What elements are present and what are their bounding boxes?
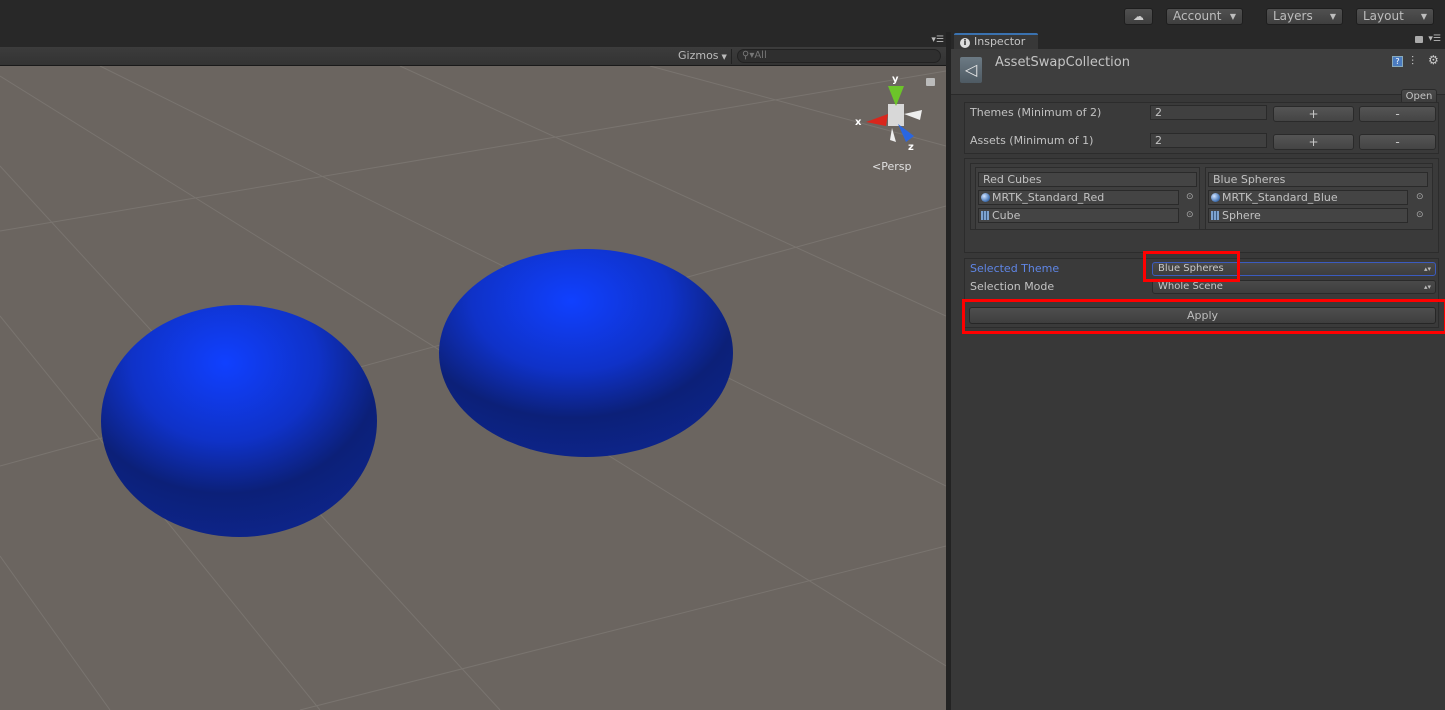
selection-mode-label: Selection Mode <box>970 280 1055 293</box>
panel-menu-icon[interactable]: ▾☰ <box>1428 34 1441 44</box>
material-icon <box>1211 193 1220 202</box>
theme-column: Blue Spheres MRTK_Standard_Blue ⊙ Sphere… <box>1205 167 1433 230</box>
component-header: ◁ AssetSwapCollection ? ⫶ ⚙ Open <box>951 49 1445 104</box>
z-axis-label: z <box>908 142 914 153</box>
material-name: MRTK_Standard_Blue <box>1222 191 1338 204</box>
y-axis-cone <box>888 86 904 106</box>
themes-count-label: Themes (Minimum of 2) <box>970 106 1102 119</box>
main-toolbar: ☁ Account ▼ Layers ▼ Layout ▼ <box>0 0 1445 32</box>
themes-count-input[interactable]: 2 <box>1150 105 1267 120</box>
projection-toggle[interactable]: <Persp <box>872 160 911 173</box>
scene-viewport[interactable]: y x z <Persp <box>0 66 946 710</box>
layers-label: Layers <box>1273 9 1313 23</box>
material-field[interactable]: MRTK_Standard_Red <box>978 190 1179 205</box>
mesh-field[interactable]: Cube <box>978 208 1179 223</box>
assets-count-input[interactable]: 2 <box>1150 133 1267 148</box>
selected-theme-value: Blue Spheres <box>1158 263 1224 274</box>
apply-button[interactable]: Apply <box>969 307 1436 324</box>
selection-mode-dropdown[interactable]: Whole Scene ▴▾ <box>1152 280 1436 294</box>
y-axis-label: y <box>892 74 899 85</box>
account-dropdown[interactable]: Account ▼ <box>1166 8 1243 25</box>
layout-dropdown[interactable]: Layout ▼ <box>1356 8 1434 25</box>
selected-theme-label: Selected Theme <box>970 262 1060 275</box>
remove-asset-button[interactable]: - <box>1359 134 1436 150</box>
x-axis-label: x <box>855 117 862 128</box>
inspector-tab-bar: i Inspector ▾☰ <box>951 32 1445 49</box>
updown-icon: ▴▾ <box>1423 283 1431 291</box>
add-theme-button[interactable]: + <box>1273 106 1354 122</box>
preset-icon[interactable]: ⫶ <box>1411 54 1414 69</box>
assets-count-label: Assets (Minimum of 1) <box>970 134 1094 147</box>
updown-icon: ▴▾ <box>1423 265 1431 273</box>
x-axis-cone <box>866 114 888 126</box>
scene-tab-bar: ▾☰ <box>0 32 948 47</box>
projection-label: Persp <box>881 160 912 173</box>
object-picker-icon[interactable]: ⊙ <box>1186 210 1194 220</box>
search-placeholder: All <box>754 50 767 61</box>
lock-icon[interactable] <box>926 78 935 86</box>
object-picker-icon[interactable]: ⊙ <box>1416 210 1424 220</box>
tab-inspector[interactable]: i Inspector <box>954 33 1038 49</box>
chevron-down-icon: ▼ <box>1420 12 1427 21</box>
material-name: MRTK_Standard_Red <box>992 191 1105 204</box>
chevron-down-icon: ▼ <box>1329 12 1336 21</box>
scene-canvas: y x z <box>0 66 946 710</box>
mesh-icon <box>1211 211 1219 220</box>
info-icon: i <box>960 38 970 48</box>
cloud-button[interactable]: ☁ <box>1124 8 1153 25</box>
sphere-right[interactable] <box>439 249 733 457</box>
chevron-down-icon: ▼ <box>1229 12 1236 21</box>
gizmos-dropdown[interactable]: Gizmos ▼ <box>674 49 732 64</box>
object-picker-icon[interactable]: ⊙ <box>1416 192 1424 202</box>
z-axis-cone <box>898 124 914 142</box>
lock-icon[interactable] <box>1415 36 1423 43</box>
component-title: AssetSwapCollection <box>995 55 1130 70</box>
add-asset-button[interactable]: + <box>1273 134 1354 150</box>
theme-name-input[interactable]: Red Cubes <box>978 172 1197 187</box>
help-icon[interactable]: ? <box>1392 56 1403 67</box>
unity-logo-icon: ◁ <box>960 57 982 83</box>
scene-search-input[interactable]: ⚲▾All <box>737 49 941 63</box>
layout-label: Layout <box>1363 9 1404 23</box>
mesh-icon <box>981 211 989 220</box>
gear-icon[interactable]: ⚙ <box>1428 53 1439 67</box>
inspector-panel: i Inspector ▾☰ ◁ AssetSwapCollection ? ⫶ … <box>951 32 1445 710</box>
panel-menu-icon[interactable]: ▾☰ <box>931 35 944 45</box>
selected-theme-dropdown[interactable]: Blue Spheres ▴▾ <box>1152 262 1436 276</box>
material-icon <box>981 193 990 202</box>
mesh-name: Cube <box>992 209 1021 222</box>
object-picker-icon[interactable]: ⊙ <box>1186 192 1194 202</box>
theme-name-input[interactable]: Blue Spheres <box>1208 172 1428 187</box>
mesh-name: Sphere <box>1222 209 1261 222</box>
material-field[interactable]: MRTK_Standard_Blue <box>1208 190 1408 205</box>
theme-column: Red Cubes MRTK_Standard_Red ⊙ Cube ⊙ <box>975 167 1200 230</box>
chevron-down-icon: ▼ <box>721 53 727 61</box>
sphere-left[interactable] <box>101 305 377 537</box>
scene-toolbar: Gizmos ▼ ⚲▾All <box>0 47 948 66</box>
cloud-icon: ☁ <box>1133 10 1144 23</box>
inspector-tab-label: Inspector <box>974 35 1026 48</box>
persp-arrow-icon: < <box>872 160 882 173</box>
layers-dropdown[interactable]: Layers ▼ <box>1266 8 1343 25</box>
search-icon: ⚲▾ <box>742 50 755 61</box>
gizmos-label: Gizmos <box>678 49 719 62</box>
mesh-field[interactable]: Sphere <box>1208 208 1408 223</box>
account-label: Account <box>1173 9 1222 23</box>
scene-orientation-gizmo[interactable]: y x z <box>855 74 922 153</box>
remove-theme-button[interactable]: - <box>1359 106 1436 122</box>
selection-mode-value: Whole Scene <box>1158 281 1223 292</box>
